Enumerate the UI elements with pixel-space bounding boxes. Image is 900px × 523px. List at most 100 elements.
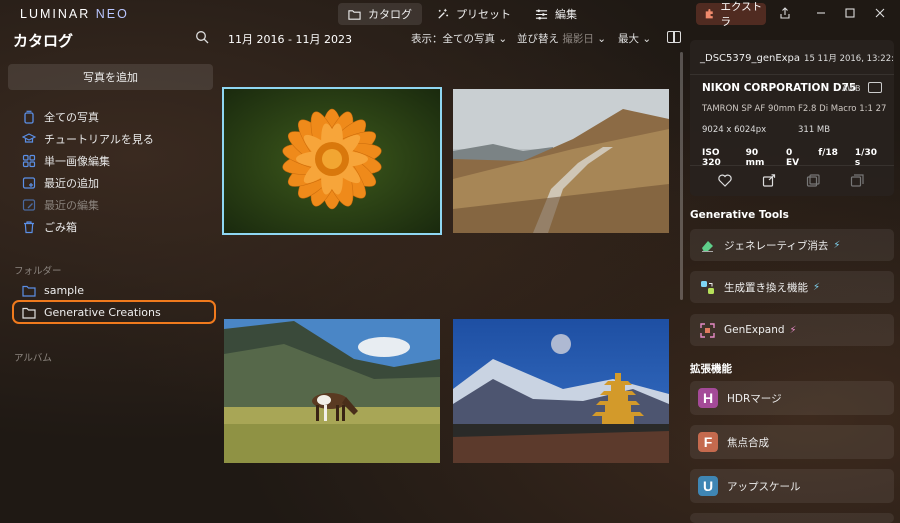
photo-horse-meadow[interactable] [224,319,440,463]
replace-icon [701,280,714,294]
sidebar-item-tutorial[interactable]: チュートリアルを見る [22,128,212,150]
sidebar-item-all-photos[interactable]: 全ての写真 [22,106,212,128]
albums-section-label: アルバム [14,353,52,364]
panel-toggle-icon[interactable] [667,31,681,43]
capture-datetime: 15 11月 2016, 13:22:30 [804,54,894,64]
tool-generative-replace[interactable]: 生成置き換え機能 ⚡ [690,271,894,303]
graduation-cap-icon [22,133,36,143]
generative-tools-heading: Generative Tools [690,209,789,221]
sidebar-item-label: チュートリアルを見る [44,133,154,146]
photos-icon [24,110,34,124]
sidebar-item-label: ごみ箱 [44,221,77,234]
extras-label: エクストラ [720,1,763,28]
folder-sample[interactable]: sample [22,284,84,297]
export-icon[interactable] [762,174,776,187]
image-info-panel: _DSC5379_genExpa15 11月 2016, 13:22:30 NI… [690,40,894,196]
tool-generative-erase[interactable]: ジェネレーティブ消去 ⚡ [690,229,894,261]
horse-meadow-thumbnail [224,319,440,463]
info-actions [718,174,864,187]
camera-icon [868,82,882,93]
tool-label: GenExpand [724,324,785,336]
tab-edit-label: 編集 [555,8,577,21]
show-filter-value: 全ての写真 [442,33,496,45]
tab-presets-label: プリセット [456,8,511,21]
mountain-trail-thumbnail [453,89,669,233]
chevron-down-icon: ⌄ [498,33,508,45]
extension-focus-stacking[interactable]: F 焦点合成 [690,425,894,459]
sort-dropdown[interactable]: 並び替え 撮影日 ⌄ [517,31,606,46]
heart-icon[interactable] [718,174,732,187]
tool-genexpand[interactable]: GenExpand ⚡ [690,314,894,346]
chevron-down-icon: ⌄ [597,33,606,45]
puzzle-icon [705,9,713,19]
file-name-text: _DSC5379_genExpa [700,53,801,64]
bolt-icon: ⚡ [833,239,841,251]
photo-orange-flower[interactable] [222,87,442,235]
bolt-icon: ⚡ [813,281,821,293]
sidebar-nav: 全ての写真 チュートリアルを見る 単一画像編集 最近の追加 最近の編集 ごみ箱 [22,106,212,238]
sliders-icon [535,8,548,20]
grid-icon [22,154,36,168]
tab-edit[interactable]: 編集 [525,3,587,25]
extras-button[interactable]: エクストラ [696,1,766,28]
sidebar-item-label: 最近の編集 [44,199,99,212]
expand-icon [700,322,715,338]
close-icon[interactable] [869,3,891,23]
upscale-badge-icon: U [698,476,718,496]
eraser-icon [702,240,713,252]
divider [690,165,894,166]
folder-icon [22,285,36,297]
add-photos-button[interactable]: 写真を追加 [8,64,213,90]
minimize-icon[interactable] [810,3,832,23]
chevron-down-icon: ⌄ [642,33,652,45]
extension-next-partial[interactable] [690,513,894,523]
tab-catalog[interactable]: カタログ [338,3,422,25]
title-bar: LUMINAR NEO カタログ プリセット 編集 エクストラ [0,0,900,28]
show-filter-label: 表示： [411,33,443,45]
tab-presets[interactable]: プリセット [426,3,521,25]
folder-label: sample [44,284,84,297]
search-icon[interactable] [195,30,209,44]
sidebar-item-label: 全ての写真 [44,111,99,124]
sidebar-item-label: 単一画像編集 [44,155,110,168]
grid-scrollbar[interactable] [680,52,683,300]
photo-pagoda-mountain[interactable] [453,319,669,463]
thumbnail-size-value: 最大 [618,33,639,45]
sort-label: 並び替え [517,33,559,45]
sidebar-title: カタログ [13,32,74,50]
sidebar-item-label: 最近の追加 [44,177,99,190]
sort-value: 撮影日 [562,33,594,45]
file-size: 311 MB [798,125,831,135]
bolt-icon: ⚡ [789,324,797,336]
folder-highlight-outline [12,300,216,324]
folder-icon [348,9,361,20]
extension-hdr-merge[interactable]: H HDRマージ [690,381,894,415]
sparkle-icon [438,8,449,19]
camera-model: NIKON CORPORATION D75 [702,82,857,94]
sidebar-item-recently-added[interactable]: 最近の追加 [22,172,212,194]
divider [690,74,894,75]
sidebar-item-trash[interactable]: ごみ箱 [22,216,212,238]
date-range: 11月 2016 - 11月 2023 [228,33,352,46]
recent-add-icon [22,177,36,189]
pagoda-mountain-thumbnail [453,319,669,463]
trash-icon [24,221,34,234]
share-icon[interactable] [774,3,796,23]
focus-badge-icon: F [698,432,718,452]
extension-label: アップスケール [727,480,801,493]
thumbnail-size-dropdown[interactable]: 最大 ⌄ [618,31,651,46]
orange-flower-thumbnail [224,89,440,233]
show-filter[interactable]: 表示：全ての写真 ⌄ [411,31,507,46]
folders-section-label: フォルダー [14,266,62,277]
sidebar-item-single-edit[interactable]: 単一画像編集 [22,150,212,172]
photo-mountain-trail[interactable] [453,89,669,233]
extension-upscale[interactable]: U アップスケール [690,469,894,503]
stack-icon[interactable] [850,174,864,187]
extension-label: 焦点合成 [727,436,769,449]
app-logo: LUMINAR NEO [20,7,129,21]
awb-badge: AWB [842,84,861,93]
maximize-icon[interactable] [839,3,861,23]
logo-main: LUMINAR [20,7,91,21]
sidebar-item-recently-edited[interactable]: 最近の編集 [22,194,212,216]
copy-icon[interactable] [806,174,820,187]
